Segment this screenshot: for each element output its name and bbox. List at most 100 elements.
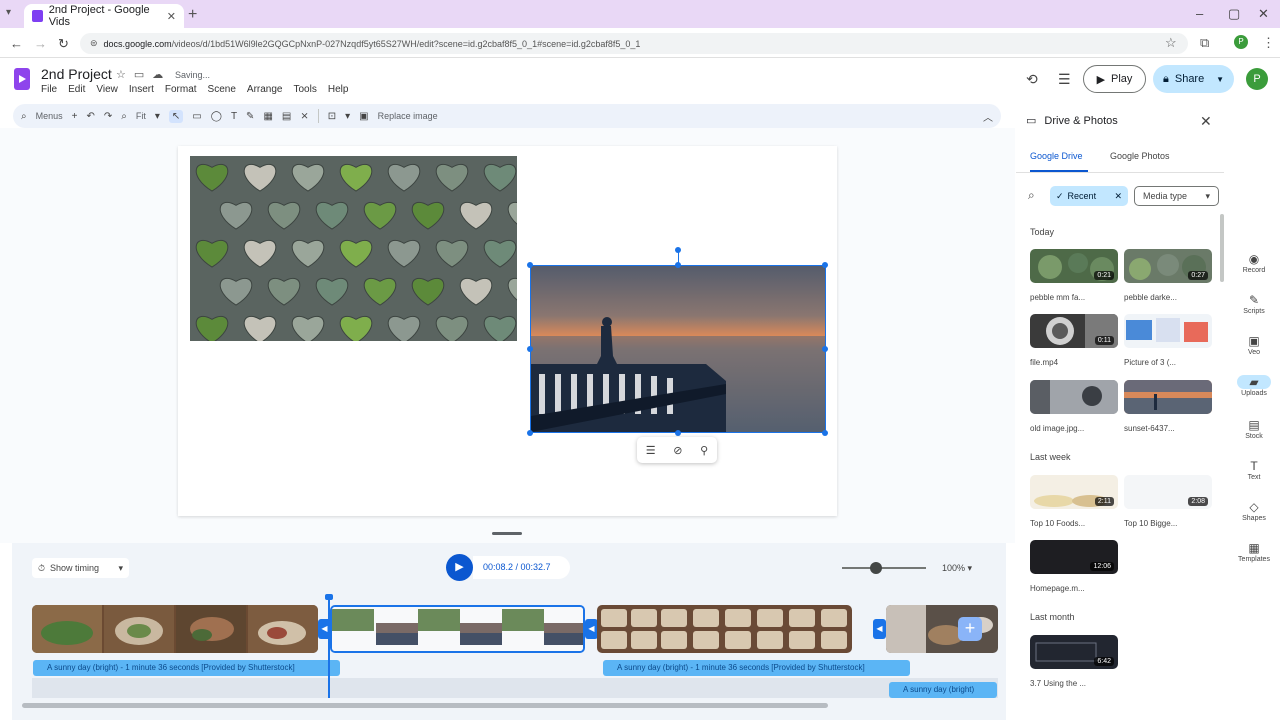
undo-icon[interactable]: ↶	[86, 111, 94, 122]
scene-clip-2-selected[interactable]	[330, 605, 585, 653]
transition-marker-3[interactable]: ◀	[873, 619, 886, 639]
zoom-select[interactable]: Fit	[136, 111, 146, 121]
browser-profile-avatar[interactable]: P	[1234, 35, 1248, 49]
resize-handle-n[interactable]	[675, 262, 681, 268]
panel-scrollbar[interactable]	[1220, 214, 1224, 282]
media-item[interactable]: 0:11 file.mp4	[1030, 314, 1118, 367]
link-icon[interactable]: ⊘	[673, 444, 682, 457]
scene-clip-3[interactable]	[597, 605, 852, 653]
table-icon[interactable]: ▦	[263, 111, 272, 122]
image-options-icon[interactable]: ▣	[359, 111, 368, 122]
document-title[interactable]: 2nd Project	[41, 66, 112, 82]
playhead[interactable]	[328, 596, 330, 698]
remove-filter-icon[interactable]: ✕	[1114, 191, 1122, 202]
layout-icon[interactable]: ▤	[282, 111, 291, 122]
search-icon[interactable]: ⌕	[1028, 188, 1035, 203]
menu-file[interactable]: File	[41, 84, 57, 95]
share-button[interactable]: 🔒︎ Share ▼	[1153, 65, 1234, 93]
rail-templates[interactable]: ▦ Templates	[1234, 541, 1274, 563]
tab-google-photos[interactable]: Google Photos	[1110, 151, 1170, 161]
scene-clip-1[interactable]	[32, 605, 318, 653]
select-tool-icon[interactable]: ↖	[168, 109, 184, 123]
menu-edit[interactable]: Edit	[68, 84, 85, 95]
vids-logo-icon[interactable]	[14, 68, 30, 90]
audio-track-2[interactable]: A sunny day (bright) - 1 minute 36 secon…	[603, 660, 910, 676]
resize-handle-ne[interactable]	[822, 262, 828, 268]
star-icon[interactable]: ☆	[116, 68, 126, 81]
comments-icon[interactable]: ☰	[1058, 71, 1071, 88]
resize-handle-se[interactable]	[822, 430, 828, 436]
play-button[interactable]: ▶ Play	[1083, 65, 1146, 93]
zoom-dropdown-icon[interactable]: ▾	[155, 111, 160, 122]
crop-icon[interactable]: ⊡	[328, 111, 336, 122]
timeline-zoom-percent[interactable]: 100% ▾	[942, 563, 972, 574]
new-tab-icon[interactable]: +	[188, 6, 197, 24]
rail-shapes[interactable]: ◇ Shapes	[1234, 500, 1274, 522]
browser-tab[interactable]: 2nd Project - Google Vids ✕	[24, 4, 184, 28]
timeline-scrollbar[interactable]	[22, 703, 828, 708]
replace-image-button[interactable]: Replace image	[378, 111, 438, 121]
media-type-filter-chip[interactable]: Media type ▾	[1134, 186, 1219, 206]
extensions-icon[interactable]: ⧉	[1200, 35, 1209, 51]
media-item[interactable]: 2:11 Top 10 Foods...	[1030, 475, 1118, 528]
timeline-zoom-knob[interactable]	[869, 562, 882, 574]
rail-veo[interactable]: ▣ Veo	[1234, 334, 1274, 356]
menu-format[interactable]: Format	[165, 84, 197, 95]
media-item[interactable]: 0:21 pebble mm fa...	[1030, 249, 1118, 302]
textbox-icon[interactable]: ▭	[192, 111, 201, 122]
rail-uploads[interactable]: ▰ Uploads	[1234, 375, 1274, 397]
zoom-icon[interactable]: ⌕	[121, 111, 127, 122]
add-scene-button[interactable]: +	[958, 617, 982, 641]
browser-menu-icon[interactable]: ⋮	[1262, 35, 1275, 51]
panel-resize-handle[interactable]	[492, 532, 522, 535]
media-item[interactable]: old image.jpg...	[1030, 380, 1118, 433]
rail-record[interactable]: ◉ Record	[1234, 252, 1274, 274]
address-bar[interactable]: ⊜ docs.google.com/videos/d/1bd51W6l9le2G…	[80, 33, 1188, 54]
menu-scene[interactable]: Scene	[208, 84, 236, 95]
bookmark-star-icon[interactable]: ☆	[1165, 35, 1177, 51]
show-timing-dropdown-icon[interactable]: ▾	[118, 563, 123, 574]
back-icon[interactable]: ←	[10, 36, 23, 51]
rotate-handle[interactable]	[675, 247, 681, 253]
recent-filter-chip[interactable]: ✓ Recent ✕	[1050, 186, 1128, 206]
panel-close-icon[interactable]: ✕	[1200, 113, 1212, 130]
pen-icon[interactable]: ✎	[246, 111, 254, 122]
user-avatar[interactable]: P	[1246, 68, 1268, 90]
media-item[interactable]: 12:06 Homepage.m...	[1030, 540, 1118, 593]
media-item[interactable]: 0:27 pebble darke...	[1124, 249, 1212, 302]
site-info-icon[interactable]: ⊜	[90, 38, 98, 49]
timeline-zoom-slider[interactable]	[842, 567, 926, 569]
move-folder-icon[interactable]: ▭	[134, 68, 144, 81]
reload-icon[interactable]: ↻	[58, 36, 69, 52]
media-item[interactable]: Picture of 3 (...	[1124, 314, 1212, 367]
crop-dropdown-icon[interactable]: ▾	[345, 111, 350, 122]
version-history-icon[interactable]: ⟲	[1026, 71, 1038, 88]
share-dropdown-icon[interactable]: ▼	[1216, 75, 1224, 84]
minimize-icon[interactable]: –	[1196, 6, 1203, 21]
maximize-icon[interactable]: ▢	[1228, 6, 1240, 22]
search-menus-icon[interactable]: ⌕	[21, 111, 27, 122]
shape-icon[interactable]: ◯	[211, 111, 222, 122]
tab-google-drive[interactable]: Google Drive	[1030, 151, 1083, 161]
add-icon[interactable]: +	[72, 111, 78, 122]
resize-handle-w[interactable]	[527, 346, 533, 352]
media-item[interactable]: 6:42 3.7 Using the ...	[1030, 635, 1118, 688]
redo-icon[interactable]: ↷	[104, 111, 112, 122]
collapse-toolbar-icon[interactable]: ︿	[983, 109, 993, 124]
resize-handle-s[interactable]	[675, 430, 681, 436]
media-item[interactable]: sunset-6437...	[1124, 380, 1212, 433]
forward-icon[interactable]: →	[34, 36, 47, 51]
search-menus-label[interactable]: Menus	[36, 111, 63, 121]
rail-text[interactable]: T Text	[1234, 459, 1274, 481]
align-icon[interactable]: ☰	[646, 444, 656, 457]
window-close-icon[interactable]: ✕	[1258, 6, 1269, 22]
rail-stock[interactable]: ▤ Stock	[1234, 418, 1274, 440]
menu-view[interactable]: View	[96, 84, 118, 95]
crop-mask-icon[interactable]: ⨯	[300, 111, 308, 122]
menu-arrange[interactable]: Arrange	[247, 84, 283, 95]
audio-track-3[interactable]: A sunny day (bright)	[889, 682, 997, 698]
pin-icon[interactable]: ⚲	[700, 444, 708, 457]
menu-insert[interactable]: Insert	[129, 84, 154, 95]
resize-handle-nw[interactable]	[527, 262, 533, 268]
text-tool-icon[interactable]: T	[231, 111, 237, 122]
